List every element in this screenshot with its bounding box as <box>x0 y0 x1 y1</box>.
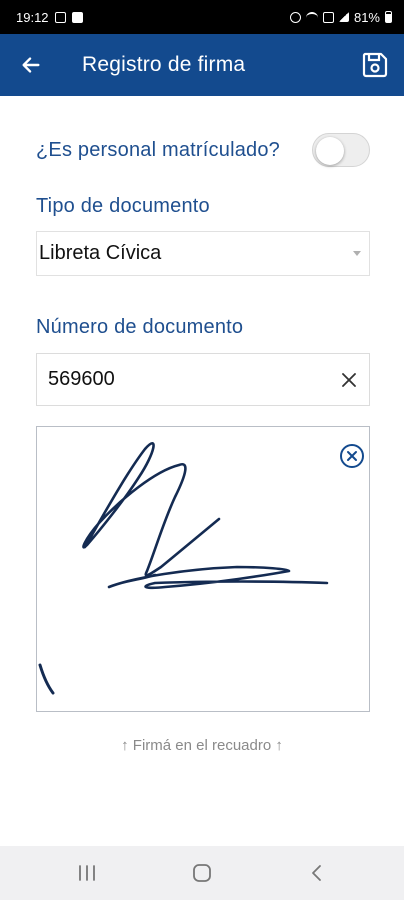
page-title: Registro de firma <box>82 53 246 76</box>
personal-toggle[interactable] <box>312 133 370 167</box>
signature-hint: ↑ Firmá en el recuadro ↑ <box>121 737 283 754</box>
battery-percent: 81% <box>353 9 380 25</box>
nav-home-button[interactable] <box>172 853 232 893</box>
caret-down-icon <box>353 251 361 256</box>
gallery-icon <box>71 11 83 23</box>
status-time: 19:12 <box>16 9 49 25</box>
save-button[interactable] <box>346 34 404 96</box>
chevron-left-icon <box>311 865 321 881</box>
notification-icon <box>54 11 66 23</box>
nav-back-button[interactable] <box>287 853 347 893</box>
status-bar: 19:12 81% <box>0 0 404 34</box>
doc-number-label: Número de documento <box>36 316 244 338</box>
doc-type-value: Libreta Cívica <box>39 242 162 264</box>
data-icon <box>322 11 334 23</box>
app-bar: Registro de firma <box>0 34 404 96</box>
recents-icon <box>79 865 96 881</box>
doc-type-select[interactable]: Libreta Cívica <box>36 231 370 276</box>
home-icon <box>193 864 211 882</box>
system-nav-bar <box>0 846 404 900</box>
signal-icon <box>338 12 349 22</box>
doc-number-input[interactable]: 569600 <box>36 353 370 406</box>
status-right: 81% <box>289 9 392 25</box>
status-left: 19:12 <box>16 10 83 25</box>
back-button[interactable] <box>0 34 62 96</box>
signature-pad[interactable] <box>36 426 370 712</box>
battery-icon <box>385 11 392 23</box>
doc-type-label: Tipo de documento <box>36 195 210 217</box>
signature-drawing <box>38 442 329 695</box>
toggle-knob <box>316 137 344 165</box>
arrow-left-icon <box>22 57 40 73</box>
alarm-icon <box>289 11 301 23</box>
close-icon <box>342 372 356 387</box>
doc-number-value: 569600 <box>48 368 115 390</box>
wifi-icon <box>305 12 318 22</box>
personal-question-label: ¿Es personal matrículado? <box>36 139 281 161</box>
floppy-disk-icon <box>362 52 388 78</box>
clear-signature-button[interactable] <box>339 443 365 469</box>
circle-close-icon <box>340 444 364 468</box>
nav-recents-button[interactable] <box>57 853 117 893</box>
clear-input-button[interactable] <box>329 360 369 400</box>
